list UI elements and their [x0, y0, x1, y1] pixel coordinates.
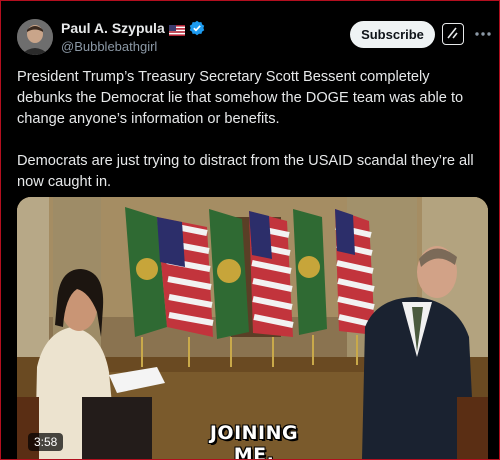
author-display-name-row[interactable]: Paul A. Szypula [61, 20, 205, 36]
subscribe-button[interactable]: Subscribe [350, 21, 435, 48]
video-player[interactable]: JOINING ME. 3:58 [17, 197, 488, 459]
grok-icon[interactable] [442, 23, 464, 45]
video-duration: 3:58 [28, 433, 64, 451]
video-thumbnail [17, 197, 488, 459]
more-options-icon[interactable] [473, 22, 493, 46]
verified-badge-icon[interactable] [189, 20, 205, 36]
author-handle[interactable]: @Bubblebathgirl [61, 39, 205, 54]
post-header: Paul A. Szypula @Bubblebathgirl Subscrib… [17, 16, 491, 58]
video-caption: JOINING ME. [209, 422, 299, 459]
us-flag-icon [168, 23, 185, 36]
post-text: President Trump’s Treasury Secretary Sco… [17, 69, 474, 190]
avatar[interactable] [17, 19, 53, 55]
author-display-name[interactable]: Paul A. Szypula [61, 20, 165, 36]
